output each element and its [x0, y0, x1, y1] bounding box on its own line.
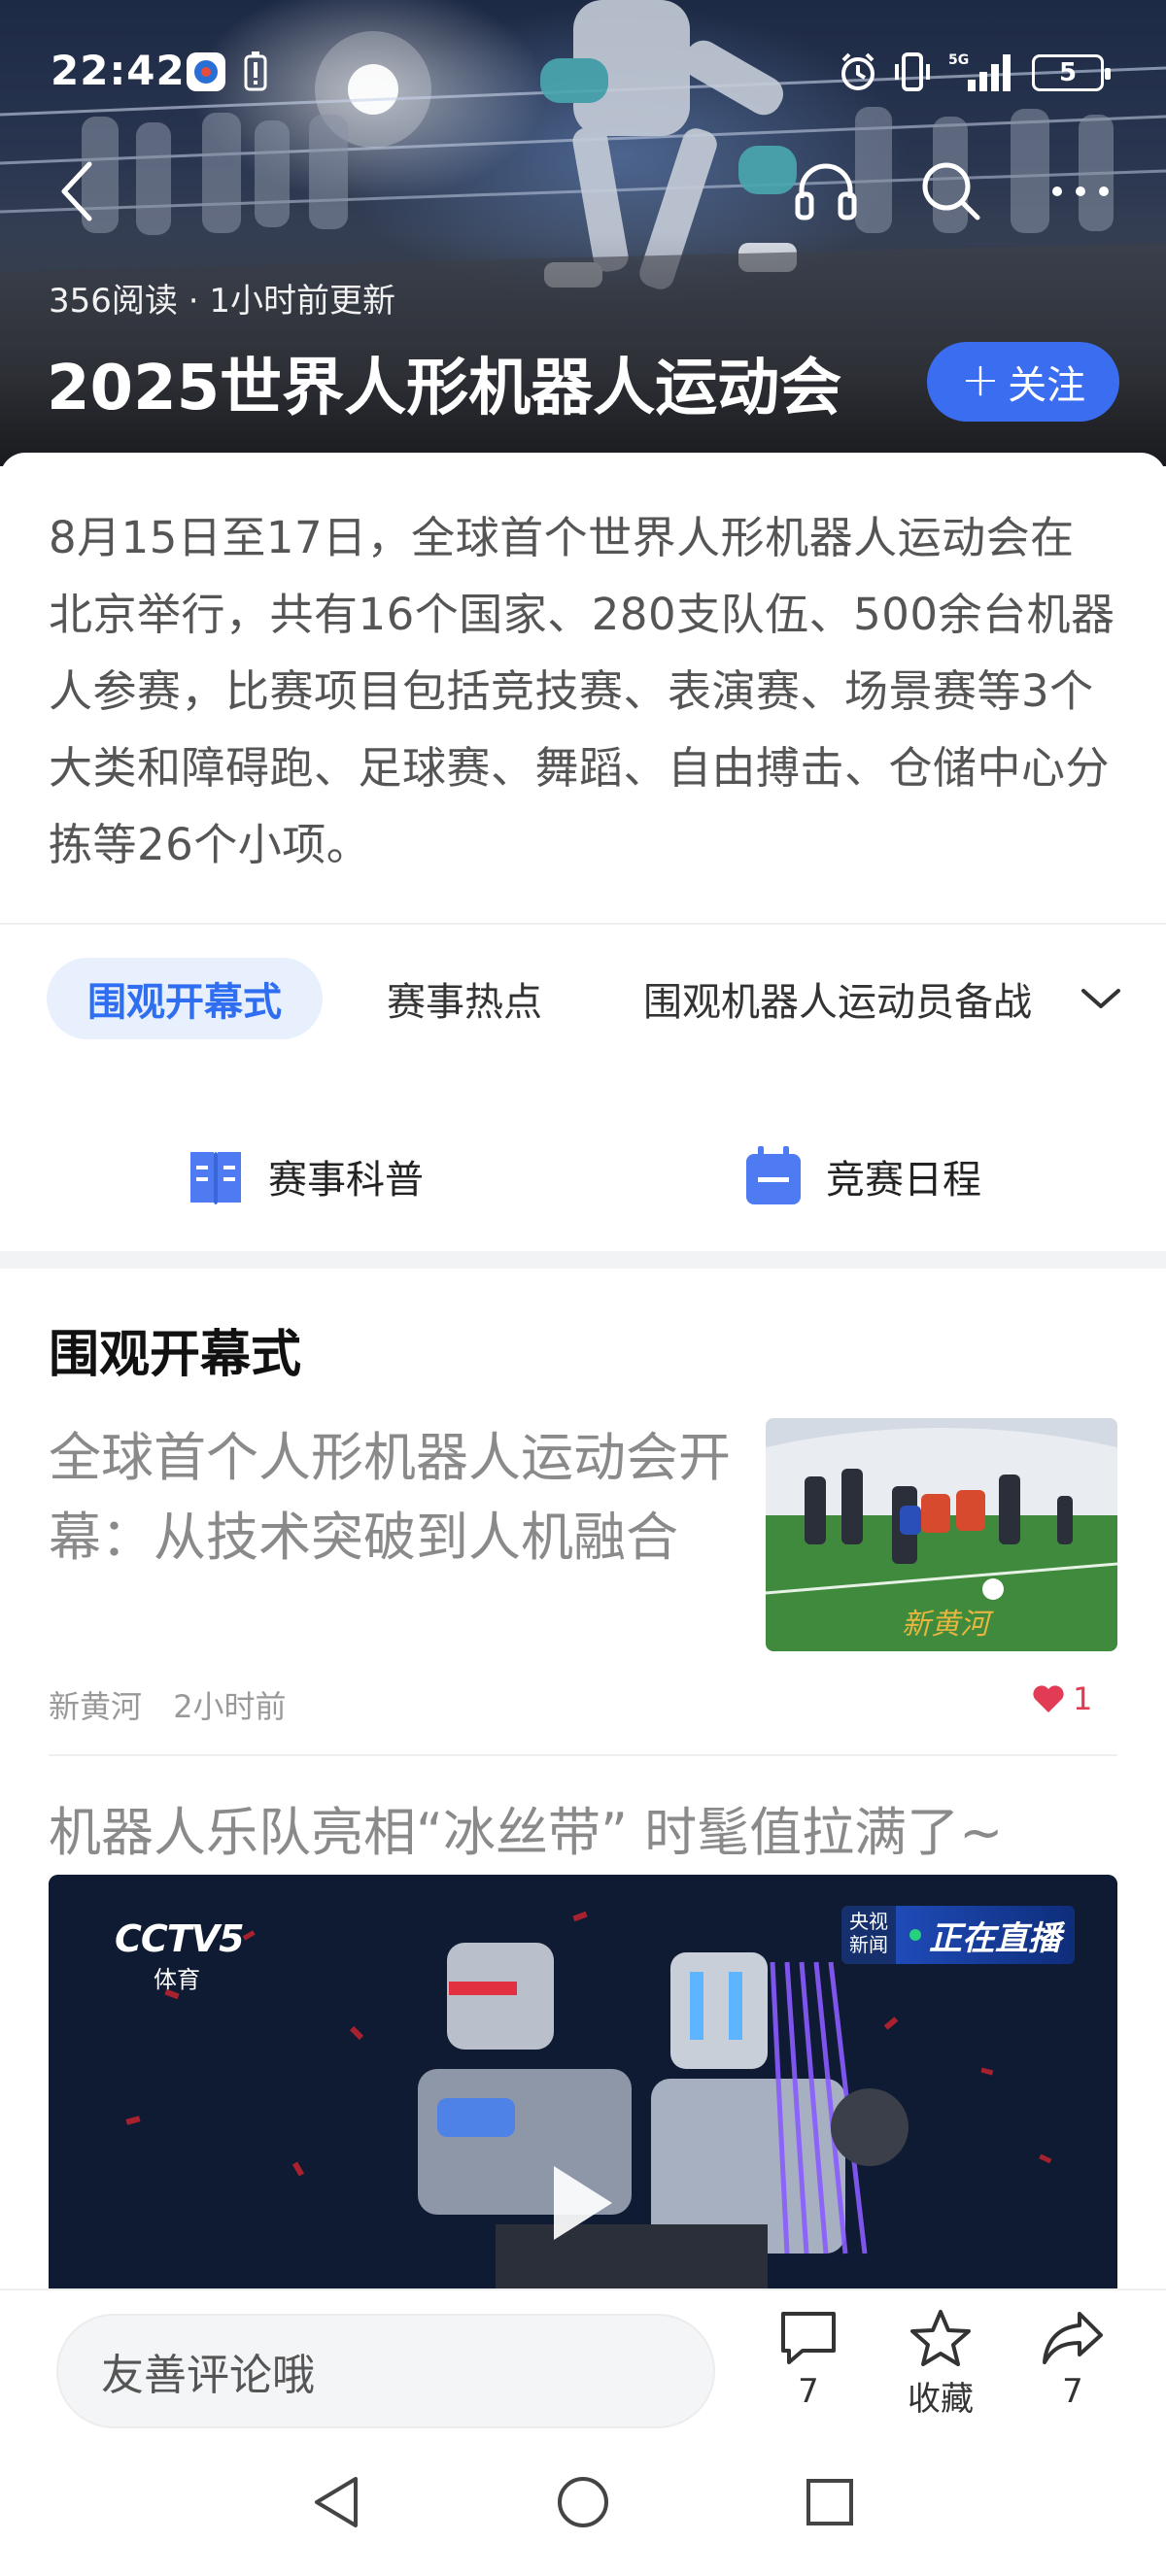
plus-icon: + — [960, 353, 1001, 407]
article-title[interactable]: 全球首个人形机器人运动会开幕：从技术突破到人机融合 — [49, 1418, 748, 1577]
topic-intro: 8月15日至17日，全球首个世界人形机器人运动会在北京举行，共有16个国家、28… — [0, 453, 1166, 925]
channel-logo-text: CCTV5 — [115, 1917, 245, 1960]
bottom-action-bar: 友善评论哦 7 收藏 7 — [0, 2288, 1166, 2434]
divider — [49, 1754, 1117, 1756]
live-dot-icon — [909, 1929, 921, 1941]
battery-alert-icon — [243, 51, 268, 97]
intro-text: 8月15日至17日，全球首个世界人形机器人运动会在北京举行，共有16个国家、28… — [49, 512, 1115, 870]
nav-recents-icon[interactable] — [803, 2473, 857, 2531]
status-time: 22:42 — [51, 47, 186, 94]
favorite-button[interactable]: 收藏 — [882, 2308, 999, 2420]
headphones-icon — [795, 163, 857, 220]
like-count[interactable]: 1 — [1032, 1680, 1092, 1717]
comment-button[interactable]: 7 — [750, 2308, 867, 2411]
tab-event-highlights[interactable]: 赛事热点 — [387, 958, 542, 1039]
star-icon — [910, 2310, 971, 2366]
favorite-label: 收藏 — [908, 2380, 974, 2419]
like-number: 1 — [1073, 1680, 1093, 1717]
tab-opening-ceremony[interactable]: 围观开幕式 — [47, 958, 323, 1039]
article-meta: 新黄河 2小时前 — [49, 1682, 308, 1727]
article-time: 2小时前 — [173, 1688, 287, 1725]
divider — [0, 923, 1166, 925]
calendar-icon — [746, 1146, 801, 1204]
status-bar: 22:42 5G 5 — [0, 39, 1166, 107]
quick-link-label: 赛事科普 — [268, 1158, 424, 1203]
play-icon[interactable] — [554, 2166, 612, 2240]
battery-icon: 5 — [1032, 54, 1111, 91]
book-icon — [190, 1152, 241, 1204]
quick-link-science[interactable]: 赛事科普 — [187, 1144, 424, 1208]
video-player[interactable]: CCTV5 体育 央视新闻 正在直播 — [49, 1875, 1117, 2292]
search-icon — [922, 162, 980, 220]
search-button[interactable] — [913, 155, 987, 225]
share-button[interactable]: 7 — [1014, 2308, 1131, 2411]
follow-button[interactable]: + 关注 — [927, 342, 1119, 422]
quick-link-schedule[interactable]: 竞赛日程 — [744, 1144, 981, 1208]
expand-tabs-button[interactable] — [1077, 971, 1125, 1026]
nav-back-icon[interactable] — [309, 2473, 363, 2531]
chevron-down-icon — [1081, 989, 1120, 1008]
more-icon — [1052, 186, 1109, 196]
tab-robot-prep[interactable]: 围观机器人运动员备战 — [643, 958, 1061, 1039]
comment-input[interactable]: 友善评论哦 — [56, 2314, 715, 2428]
page-title: 2025世界人形机器人运动会 — [47, 353, 842, 424]
thumb-watermark: 新黄河 — [902, 1608, 994, 1642]
channel-sub: 体育 — [154, 1966, 200, 1993]
share-icon — [1043, 2312, 1103, 2364]
share-count: 7 — [1062, 2372, 1083, 2411]
listen-button[interactable] — [789, 155, 863, 225]
more-button[interactable] — [1044, 167, 1117, 216]
soccer-robots-image: 新黄河 — [766, 1418, 1117, 1651]
channel-logo: CCTV5 体育 — [115, 1917, 245, 1994]
vibrate-icon — [892, 51, 933, 97]
section-divider — [0, 1251, 1166, 1269]
quick-link-label: 竞赛日程 — [826, 1158, 981, 1203]
heart-icon — [1033, 1685, 1064, 1712]
hero-meta: 356阅读 · 1小时前更新 — [49, 282, 395, 321]
live-badge: 央视新闻 正在直播 — [841, 1906, 1075, 1964]
nav-home-icon[interactable] — [556, 2473, 610, 2531]
chevron-left-icon — [61, 161, 92, 221]
system-nav-bar — [0, 2434, 1166, 2576]
topic-tabs: 围观开幕式 赛事热点 围观机器人运动员备战 — [0, 958, 1166, 1045]
back-button[interactable] — [49, 157, 107, 225]
svg-text:5G: 5G — [948, 52, 969, 68]
hero-banner: 22:42 5G 5 356阅读 · 1小时前更新 2025世界人形机器人运动会… — [0, 0, 1166, 466]
comment-count: 7 — [798, 2372, 819, 2411]
article-thumbnail[interactable]: 新黄河 — [766, 1418, 1117, 1651]
5g-signal-icon: 5G — [948, 51, 1018, 97]
cctv-app-icon — [185, 51, 227, 97]
section-title: 围观开幕式 — [49, 1326, 302, 1384]
live-badge-text: 正在直播 — [929, 1918, 1061, 1958]
article-source: 新黄河 — [49, 1688, 143, 1725]
comment-icon — [781, 2312, 836, 2364]
alarm-icon — [838, 51, 878, 97]
follow-label: 关注 — [1008, 363, 1086, 408]
article-title[interactable]: 机器人乐队亮相“冰丝带” 时髦值拉满了~ — [49, 1789, 1003, 1866]
live-badge-source: 央视新闻 — [841, 1906, 896, 1964]
live-badge-status: 正在直播 — [896, 1906, 1075, 1964]
